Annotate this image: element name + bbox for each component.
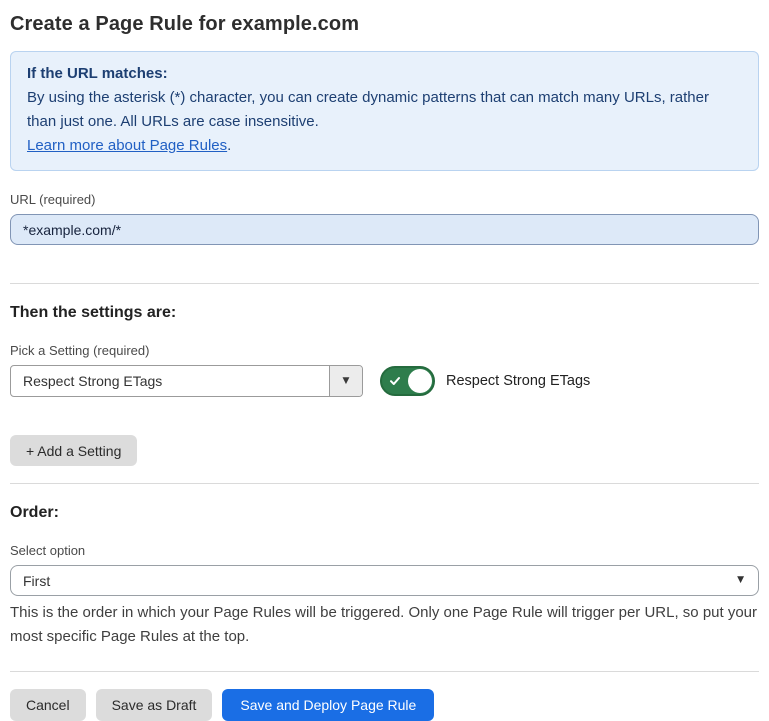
url-input[interactable] <box>10 214 759 245</box>
page-title: Create a Page Rule for example.com <box>10 13 759 36</box>
setting-select-value: Respect Strong ETags <box>11 366 329 396</box>
info-box-link-line: Learn more about Page Rules. <box>27 134 742 158</box>
order-heading: Order: <box>10 504 759 522</box>
order-select-label: Select option <box>10 543 759 558</box>
setting-select[interactable]: Respect Strong ETags ▼ <box>10 365 363 397</box>
section-divider <box>10 283 759 284</box>
cancel-button[interactable]: Cancel <box>10 689 86 721</box>
info-box-heading: If the URL matches: <box>27 62 742 86</box>
url-field-label: URL (required) <box>10 192 759 207</box>
save-deploy-button[interactable]: Save and Deploy Page Rule <box>222 689 434 721</box>
add-setting-button[interactable]: + Add a Setting <box>10 435 137 466</box>
etags-toggle-label: Respect Strong ETags <box>446 373 590 389</box>
etags-toggle[interactable] <box>380 366 435 396</box>
settings-heading: Then the settings are: <box>10 304 759 322</box>
section-divider <box>10 671 759 672</box>
footer-buttons: Cancel Save as Draft Save and Deploy Pag… <box>10 689 759 721</box>
order-help-text: This is the order in which your Page Rul… <box>10 601 759 649</box>
setting-row: Respect Strong ETags ▼ Respect Strong ET… <box>10 365 759 397</box>
info-box-body: By using the asterisk (*) character, you… <box>27 86 742 134</box>
check-icon <box>389 375 401 387</box>
chevron-down-icon: ▼ <box>737 576 758 585</box>
save-draft-button[interactable]: Save as Draft <box>96 689 213 721</box>
link-period: . <box>227 137 231 154</box>
order-select[interactable]: First ▼ <box>10 565 759 596</box>
url-match-info-box: If the URL matches: By using the asteris… <box>10 51 759 171</box>
learn-more-link[interactable]: Learn more about Page Rules <box>27 137 227 154</box>
chevron-down-icon: ▼ <box>343 377 350 386</box>
section-divider <box>10 483 759 484</box>
setting-picker-label: Pick a Setting (required) <box>10 343 759 358</box>
page-rule-form: Create a Page Rule for example.com If th… <box>0 0 769 721</box>
toggle-knob <box>408 369 432 393</box>
order-select-value: First <box>11 573 50 589</box>
setting-select-arrow-button[interactable]: ▼ <box>329 366 362 396</box>
